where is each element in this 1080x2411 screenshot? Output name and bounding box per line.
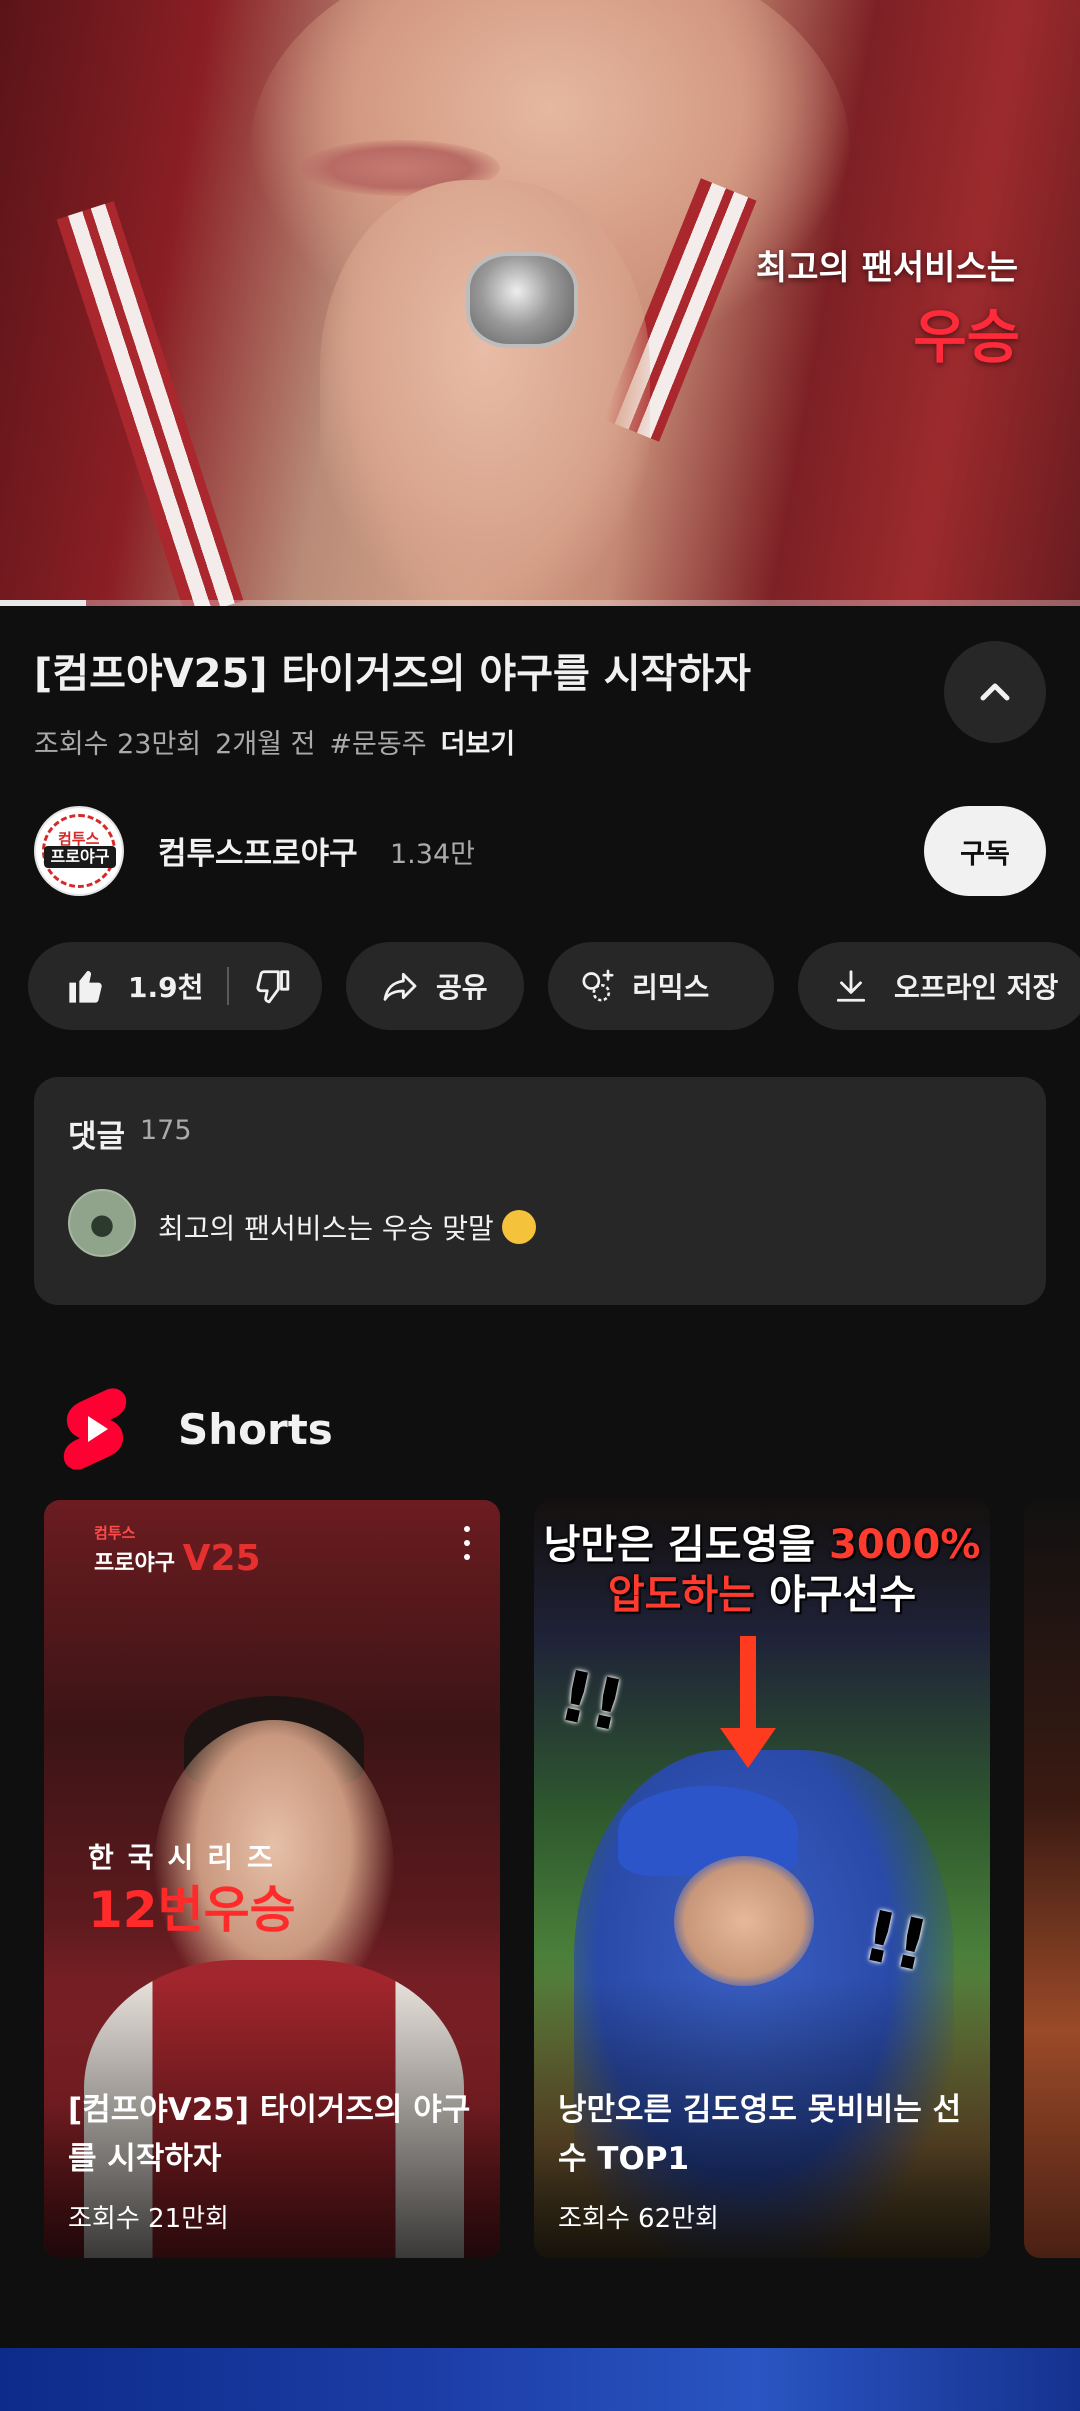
like-divider [227,967,230,1005]
upload-age: 2개월 전 [215,729,316,760]
download-button[interactable]: 오프라인 저장 [798,942,1080,1030]
share-icon [383,972,417,1001]
action-bar: 1.9천 공유 리믹스 오프라인 저장 [28,942,1080,1030]
short-brand-v: V25 [182,1538,261,1579]
channel-name[interactable]: 컴투스프로야구 [158,828,358,873]
comments-card[interactable]: 댓글 175 최고의 팬서비스는 우승 맞말 [34,1077,1046,1305]
like-dislike-pill: 1.9천 [28,942,322,1030]
more-options-icon[interactable] [464,1526,472,1560]
more-link[interactable]: 더보기 [441,722,516,761]
subscriber-count: 1.34만 [390,839,475,870]
exclamation-icon: !! [552,1654,632,1748]
collapse-button[interactable] [944,641,1046,743]
channel-avatar[interactable]: 컴투스 프로야구 [34,806,124,896]
short-card[interactable]: 낭만은 김도영을 3000% 압도하는 야구선수 !! !! 낭만오른 김도영도… [534,1500,990,2258]
video-overlay-highlight: 우승 [913,303,1020,371]
shorts-title: Shorts [178,1404,333,1454]
next-video-thumbnail[interactable] [0,2348,1080,2411]
short-headline-text: 야구선수 [755,1572,917,1618]
video-title[interactable]: [컴프야V25] 타이거즈의 야구를 시작하자 [34,648,914,700]
channel-row[interactable]: 컴투스 프로야구 컴투스프로야구 1.34만 구독 [34,806,1046,896]
top-comment-text: 최고의 팬서비스는 우승 맞말 [158,1212,494,1245]
shorts-logo-icon [63,1388,127,1470]
video-meta[interactable]: 조회수 23만회 2개월 전 #문동주 더보기 [34,722,515,761]
short-card[interactable]: 컴투스 프로야구 V25 한국시리즈 12번우승 [컴프야V25] 타이거즈의 … [44,1500,500,2258]
shorts-section-header: Shorts [60,1384,333,1474]
top-comment: 최고의 팬서비스는 우승 맞말 [158,1207,536,1247]
short-title: 낭만오른 김도영도 못비비는 선수 TOP1 [558,2092,962,2177]
short-title: [컴프야V25] 타이거즈의 야구를 시작하자 [68,2092,471,2177]
comments-header: 댓글 [68,1119,126,1155]
short-thumbnail-face [674,1856,814,1986]
video-overlay-caption: 최고의 팬서비스는 [755,248,1018,288]
dislike-button[interactable] [253,942,291,1030]
short-brand: 프로야구 V25 [94,1538,261,1579]
share-label: 공유 [436,971,488,1004]
emoji-icon [501,1210,536,1244]
short-headline-line2: 압도하는 야구선수 [534,1562,990,1620]
download-label: 오프라인 저장 [894,971,1059,1004]
like-button[interactable]: 1.9천 [28,942,203,1030]
thumbs-up-icon [69,971,102,1003]
short-overlay-highlight: 12번우승 [88,1881,296,1939]
download-icon [836,970,866,1002]
down-arrow-head-icon [720,1728,776,1768]
hashtag-link[interactable]: #문동주 [329,722,426,761]
avatar-logo-bottom: 프로야구 [44,846,116,868]
view-count: 조회수 23만회 [34,729,202,760]
video-player[interactable]: 최고의 팬서비스는 우승 [0,0,1080,606]
short-views: 조회수 62만회 [558,2204,719,2234]
short-brand-name: 프로야구 [94,1551,175,1576]
down-arrow-icon [740,1636,756,1736]
comments-count: 175 [140,1115,192,1146]
commenter-avatar [68,1189,136,1257]
chevron-up-icon [980,683,1010,701]
remix-label: 리믹스 [632,971,710,1004]
share-button[interactable]: 공유 [346,942,524,1030]
short-headline-red: 압도하는 [607,1572,756,1618]
subscribe-button[interactable]: 구독 [924,806,1046,896]
remix-icon [582,969,614,1002]
video-frame-hand [320,180,650,600]
thumbs-down-icon [256,970,290,1004]
like-count: 1.9천 [128,971,204,1004]
remix-button[interactable]: 리믹스 [548,942,774,1030]
short-card-partial[interactable] [1024,1500,1080,2258]
video-frame-ring [466,252,578,348]
short-views: 조회수 21만회 [68,2204,229,2234]
video-frame-collar [56,201,244,606]
